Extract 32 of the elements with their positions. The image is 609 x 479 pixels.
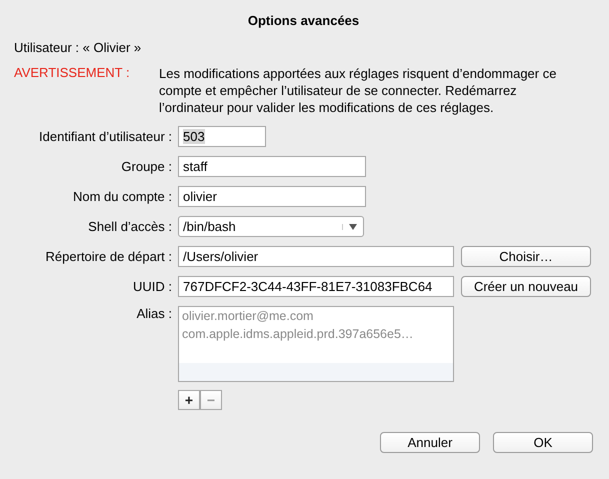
field-label: Répertoire de départ :	[44, 249, 172, 264]
dialog-title: Options avancées	[246, 13, 360, 28]
field-label: Identifiant d’utilisateur :	[38, 129, 172, 144]
field-label: UUID :	[132, 279, 172, 294]
field-label: Groupe :	[120, 159, 172, 174]
shell-popup[interactable]: /bin/bash	[178, 216, 364, 237]
field-value: olivier	[183, 189, 217, 204]
warning-label: AVERTISSEMENT :	[14, 65, 131, 82]
user-label: Utilisateur : « Olivier »	[14, 40, 142, 55]
field-label: Nom du compte :	[72, 189, 172, 204]
text-field[interactable]: staff	[178, 156, 366, 177]
field-value: staff	[183, 159, 208, 174]
action-button[interactable]: Choisir…	[461, 246, 591, 267]
alias-item[interactable]: olivier.mortier@me.com	[179, 307, 453, 325]
text-field[interactable]: 767DFCF2-3C44-43FF-81E7-31083FBC64	[178, 276, 454, 297]
cancel-button[interactable]: Annuler	[380, 432, 480, 453]
add-button[interactable]: +	[178, 390, 200, 410]
text-field[interactable]: olivier	[178, 186, 366, 207]
warning-text: Les modifications apportées aux réglages risquent d’endommager ce compte et empêcher l’utilisateur de se connecter. Redémarrez l’ordinateur pour valider les modifications de ces réglages.	[159, 65, 558, 116]
ok-button[interactable]: OK	[493, 432, 593, 453]
alias-item[interactable]: com.apple.idms.appleid.prd.397a656e5…	[179, 325, 453, 343]
dropdown-arrow-icon	[342, 224, 357, 230]
field-value: 767DFCF2-3C44-43FF-81E7-31083FBC64	[183, 279, 432, 294]
text-field[interactable]: /Users/olivier	[178, 246, 454, 267]
field-label: Alias :	[136, 306, 172, 321]
field-value: 503	[183, 129, 205, 144]
action-button[interactable]: Créer un nouveau	[461, 276, 591, 297]
alias-list[interactable]: olivier.mortier@me.com com.apple.idms.appleid.prd.397a656e5…	[178, 306, 454, 382]
field-value: /bin/bash	[183, 219, 236, 234]
field-value: /Users/olivier	[183, 249, 258, 264]
field-label: Shell d’accès :	[87, 219, 172, 234]
text-field[interactable]: 503	[178, 126, 266, 147]
